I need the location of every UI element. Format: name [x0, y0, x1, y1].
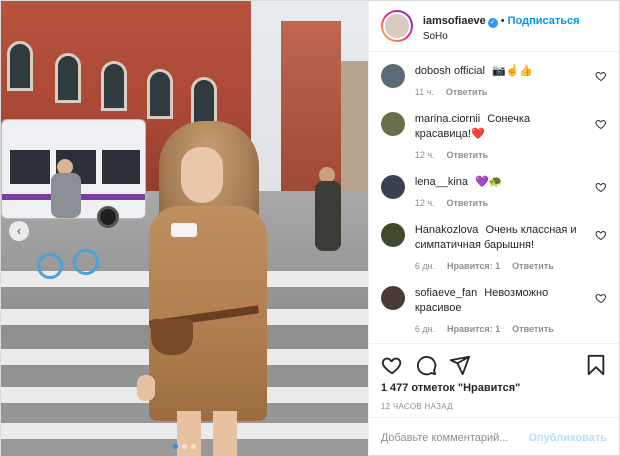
model-bag [151, 319, 193, 355]
comment-text: 💜🐢 [475, 176, 503, 188]
model-face [181, 147, 223, 203]
carousel-prev-button[interactable]: ‹ [9, 221, 29, 241]
reply-button[interactable]: Ответить [512, 261, 554, 271]
commenter-username[interactable]: sofiaeve_fan [415, 287, 477, 299]
carousel-dot [190, 444, 196, 449]
comment-item: sofiaeve_fan Невозможно красивое 6 дн. Н… [380, 286, 607, 334]
commenter-username[interactable]: dobosh official [415, 65, 485, 77]
bookmark-icon[interactable] [585, 354, 607, 376]
comment-like-heart-icon[interactable] [595, 292, 607, 304]
reply-button[interactable]: Ответить [446, 87, 488, 97]
comment-likes-count[interactable]: Нравится: 1 [447, 261, 500, 271]
comment-text: 📷☝️👍 [492, 65, 534, 77]
comment-time[interactable]: 12 ч. [415, 150, 435, 160]
comment-like-heart-icon[interactable] [595, 181, 607, 193]
comment-like-heart-icon[interactable] [595, 70, 607, 82]
post-timestamp[interactable]: 12 ЧАСОВ НАЗАД [381, 402, 607, 411]
separator: • [500, 14, 505, 27]
instagram-post: ‹ iamsofiaeve ✓ • Подписаться SoHo dobos… [0, 0, 620, 456]
comment-icon[interactable] [415, 354, 437, 376]
comment-input[interactable] [380, 431, 529, 444]
post-photo[interactable]: ‹ [1, 1, 368, 456]
comment-time[interactable]: 11 ч. [415, 87, 434, 97]
comment-like-heart-icon[interactable] [595, 229, 607, 241]
post-actions: 1 477 отметок "Нравится" 12 ЧАСОВ НАЗАД [368, 343, 619, 417]
building-right [281, 21, 341, 191]
add-comment-bar: Опубликовать [368, 417, 619, 456]
comment-item: lena__kina 💜🐢 12 ч. Ответить [380, 175, 607, 208]
reply-button[interactable]: Ответить [512, 324, 554, 334]
commenter-avatar[interactable] [380, 175, 405, 199]
author-username[interactable]: iamsofiaeve [423, 15, 486, 27]
carousel-dot [181, 444, 187, 449]
comment-likes-count[interactable]: Нравится: 1 [447, 324, 500, 334]
commenter-username[interactable]: Hanakozlova [415, 224, 479, 236]
post-header: iamsofiaeve ✓ • Подписаться SoHo [368, 1, 619, 52]
verified-badge-icon: ✓ [487, 17, 498, 28]
comment-time[interactable]: 12 ч. [415, 198, 435, 208]
heart-icon[interactable] [381, 354, 403, 376]
author-avatar[interactable] [380, 10, 413, 42]
commenter-avatar[interactable] [380, 112, 405, 136]
commenter-avatar[interactable] [380, 64, 405, 88]
reply-button[interactable]: Ответить [447, 150, 489, 160]
comment-like-heart-icon[interactable] [595, 118, 607, 130]
carousel-dot [172, 444, 178, 449]
cyclist [51, 173, 81, 218]
carousel-dots [1, 444, 368, 449]
comment-time[interactable]: 6 дн. [415, 324, 435, 334]
pedestrian [315, 181, 341, 251]
comment-item: Hanakozlova Очень классная и симпатичная… [380, 223, 607, 271]
publish-button[interactable]: Опубликовать [528, 432, 607, 444]
commenter-username[interactable]: marina.ciornii [415, 113, 480, 125]
commenter-avatar[interactable] [380, 286, 405, 310]
share-icon[interactable] [449, 354, 471, 376]
comment-item: marina.ciornii Сонечка красавица!❤️ 12 ч… [380, 112, 607, 160]
post-sidebar: iamsofiaeve ✓ • Подписаться SoHo dobosh off… [367, 1, 619, 456]
comment-time[interactable]: 6 дн. [415, 261, 435, 271]
commenter-avatar[interactable] [380, 223, 405, 247]
follow-button[interactable]: Подписаться [508, 15, 580, 27]
reply-button[interactable]: Ответить [447, 198, 489, 208]
comments-list[interactable]: dobosh official 📷☝️👍 11 ч. Ответить mari… [369, 52, 619, 343]
avatar-image [382, 12, 411, 40]
commenter-username[interactable]: lena__kina [415, 176, 468, 188]
comment-item: dobosh official 📷☝️👍 11 ч. Ответить [380, 64, 607, 97]
post-location[interactable]: SoHo [423, 31, 580, 42]
likes-count[interactable]: 1 477 отметок "Нравится" [381, 382, 607, 394]
